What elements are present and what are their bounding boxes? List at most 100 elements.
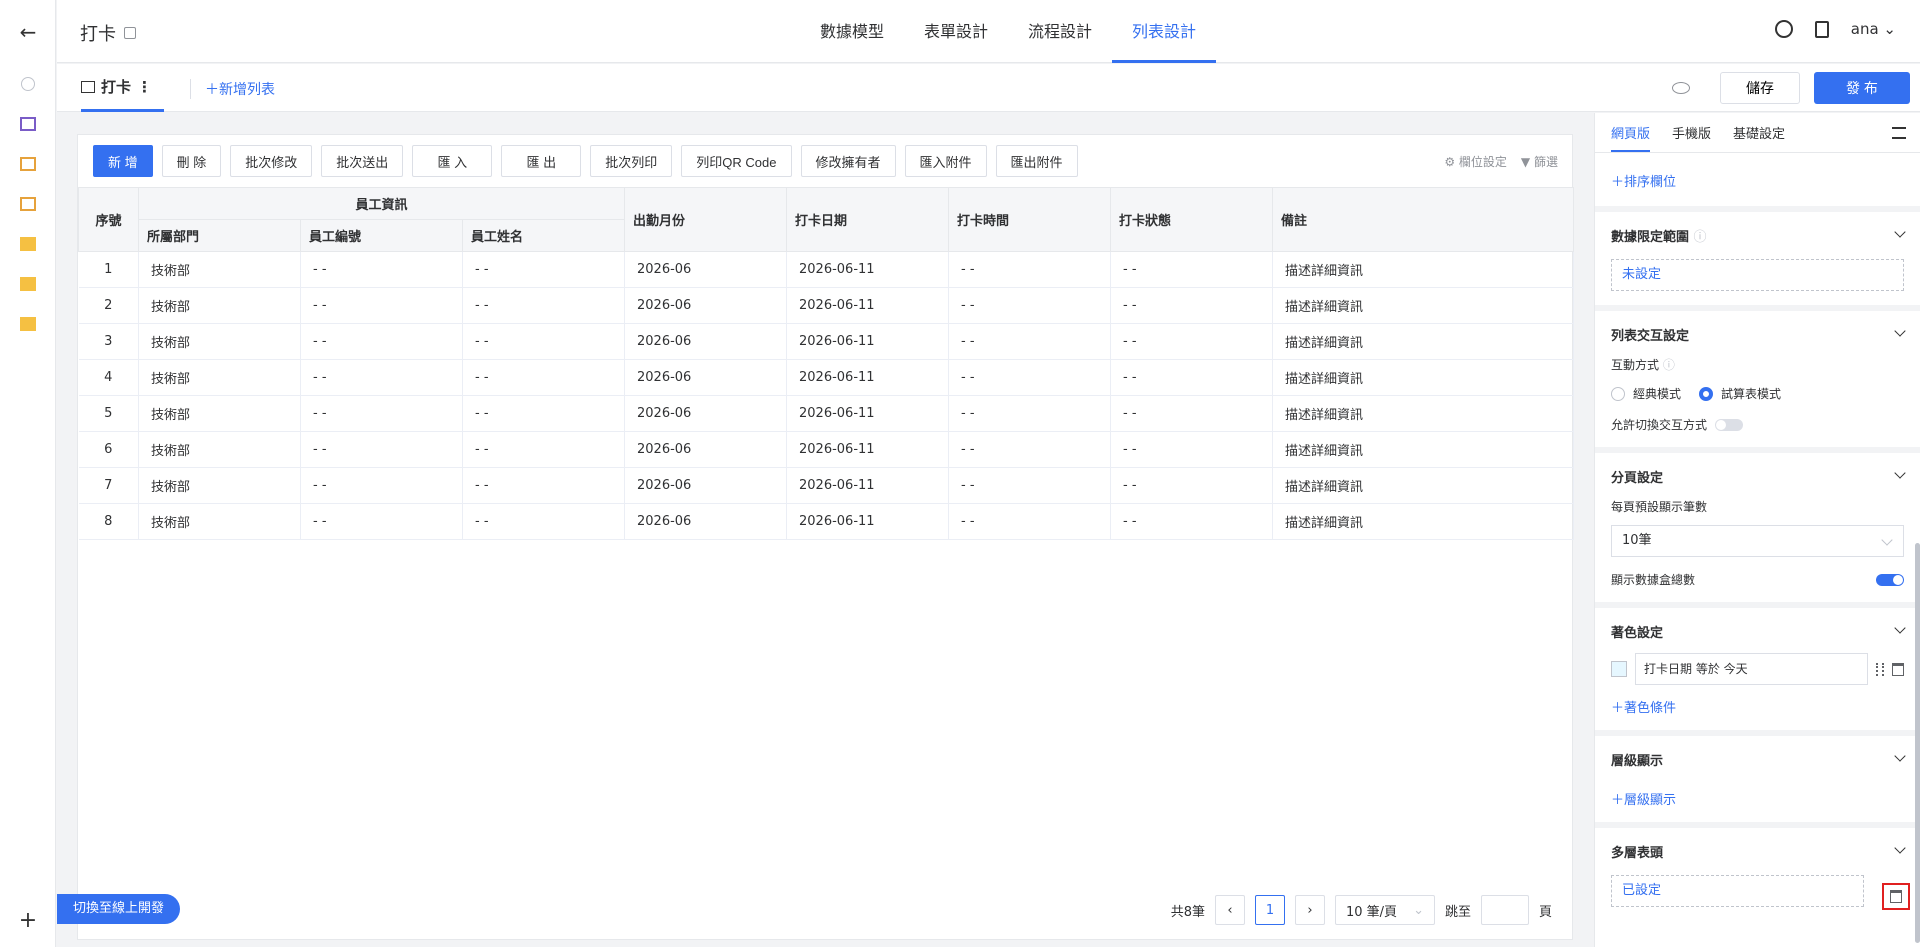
table-cell: - -: [462, 251, 625, 288]
import-button[interactable]: 匯 入: [412, 145, 493, 177]
panel-scrollbar[interactable]: [1915, 543, 1920, 943]
header-dept[interactable]: 所屬部門: [138, 219, 301, 252]
table-row[interactable]: 8 技術部 - -- -2026-06 2026-06-11- -- - 描述詳細資訊: [78, 503, 1574, 540]
add-icon[interactable]: +: [0, 906, 56, 934]
header-note[interactable]: 備註: [1272, 187, 1574, 252]
folder-icon-3[interactable]: [0, 310, 56, 338]
prev-page-button[interactable]: ‹: [1214, 895, 1245, 925]
header-time[interactable]: 打卡時間: [948, 187, 1111, 252]
table-row[interactable]: 4 技術部 - -- -2026-06 2026-06-11- -- - 描述詳細資訊: [78, 359, 1574, 396]
docs-icon[interactable]: [1814, 20, 1829, 38]
help-icon: ⓘ: [1662, 358, 1675, 372]
batch-edit-button[interactable]: 批次修改: [230, 145, 313, 177]
table-cell: - -: [300, 359, 463, 396]
field-settings-button[interactable]: ⚙ 欄位設定: [1444, 153, 1507, 170]
tab-mobile[interactable]: 手機版: [1672, 123, 1711, 142]
table-row[interactable]: 7 技術部 - -- -2026-06 2026-06-11- -- - 描述詳細資訊: [78, 467, 1574, 504]
show-total-toggle[interactable]: [1876, 573, 1904, 586]
filter-button[interactable]: ▼ 篩選: [1521, 153, 1558, 170]
drag-handle-icon[interactable]: [1876, 662, 1884, 676]
multi-header-value[interactable]: 已設定: [1611, 875, 1864, 907]
support-icon[interactable]: [1774, 20, 1793, 38]
header-month[interactable]: 出勤月份: [624, 187, 787, 252]
table-cell: - -: [462, 395, 625, 432]
export-button[interactable]: 匯 出: [501, 145, 582, 177]
panel-menu-icon[interactable]: [1892, 127, 1906, 139]
table-cell: - -: [948, 359, 1111, 396]
table-row[interactable]: 1 技術部 - -- -2026-06 2026-06-11- -- - 描述詳細資訊: [78, 251, 1574, 288]
table-cell: - -: [300, 251, 463, 288]
add-list-button[interactable]: ＋新增列表: [190, 79, 275, 99]
tab-form-design[interactable]: 表單設計: [904, 0, 1008, 63]
interaction-mode-radios: 經典模式 試算表模式: [1611, 385, 1904, 402]
add-button[interactable]: 新 增: [93, 145, 153, 177]
preview-eye-icon[interactable]: [1672, 82, 1690, 94]
batch-print-button[interactable]: 批次列印: [590, 145, 673, 177]
table-cell: - -: [300, 503, 463, 540]
trash-icon[interactable]: [1892, 662, 1904, 676]
coloring-section: 著色設定 打卡日期 等於 今天 ＋著色條件: [1595, 608, 1920, 736]
table-cell: 描述詳細資訊: [1272, 503, 1574, 540]
add-color-condition-button[interactable]: ＋著色條件: [1611, 701, 1676, 716]
page-size-select[interactable]: 10 筆/頁 ⌄: [1334, 895, 1435, 925]
table-cell: 技術部: [138, 287, 301, 324]
back-arrow-icon[interactable]: ←: [0, 18, 56, 46]
data-scope-title: 數據限定範圍 ⓘ: [1611, 226, 1904, 245]
tab-list-design[interactable]: 列表設計: [1112, 0, 1217, 63]
table-row[interactable]: 3 技術部 - -- -2026-06 2026-06-11- -- - 描述詳細資訊: [78, 323, 1574, 360]
table-cell: 2026-06: [624, 287, 787, 324]
list-tab[interactable]: 打卡 ⋮: [81, 64, 165, 112]
color-condition[interactable]: 打卡日期 等於 今天: [1635, 653, 1868, 685]
next-page-button[interactable]: ›: [1294, 895, 1325, 925]
table-cell: - -: [462, 467, 625, 504]
settings-panel: 網頁版 手機版 基礎設定 ＋排序欄位 數據限定範圍 ⓘ 未設定 列表交互設定 互…: [1594, 113, 1920, 947]
tab-data-model[interactable]: 數據模型: [800, 0, 904, 63]
jump-page-input[interactable]: [1480, 895, 1529, 925]
add-sort-field-button[interactable]: ＋排序欄位: [1611, 175, 1676, 190]
header-date[interactable]: 打卡日期: [786, 187, 949, 252]
change-owner-button[interactable]: 修改擁有者: [800, 145, 896, 177]
table-row[interactable]: 6 技術部 - -- -2026-06 2026-06-11- -- - 描述詳細資訊: [78, 431, 1574, 468]
allow-switch-toggle[interactable]: [1715, 418, 1744, 431]
switch-online-dev-button[interactable]: 切換至線上開發: [57, 894, 181, 924]
delete-multi-header-button[interactable]: [1882, 883, 1910, 910]
table-cell: 2: [78, 287, 139, 324]
tab-web[interactable]: 網頁版: [1611, 123, 1651, 152]
table-cell: 描述詳細資訊: [1272, 323, 1574, 360]
header-status[interactable]: 打卡狀態: [1110, 187, 1273, 252]
folder-icon[interactable]: [0, 230, 56, 258]
header-emp-no[interactable]: 員工編號: [300, 219, 463, 252]
save-button[interactable]: 儲存: [1720, 72, 1800, 104]
import-attachment-button[interactable]: 匯入附件: [904, 145, 987, 177]
more-icon[interactable]: ⋮: [137, 78, 152, 96]
user-menu[interactable]: ana ⌄: [1851, 20, 1896, 38]
tab-flow-design[interactable]: 流程設計: [1008, 0, 1112, 63]
publish-button[interactable]: 發 布: [1814, 72, 1910, 104]
classic-mode-radio[interactable]: [1611, 386, 1625, 401]
search-icon[interactable]: [0, 70, 56, 98]
tab-basic-settings[interactable]: 基礎設定: [1733, 123, 1785, 142]
print-qr-button[interactable]: 列印QR Code: [681, 145, 792, 177]
color-swatch[interactable]: [1611, 661, 1627, 677]
table-row[interactable]: 5 技術部 - -- -2026-06 2026-06-11- -- - 描述詳細資訊: [78, 395, 1574, 432]
form-icon[interactable]: [0, 150, 56, 178]
page-number[interactable]: 1: [1254, 895, 1285, 925]
external-link-icon[interactable]: [124, 27, 136, 39]
table-cell: - -: [462, 359, 625, 396]
app-title-text: 打卡: [80, 24, 116, 45]
form-icon-2[interactable]: [0, 190, 56, 218]
header-emp-name[interactable]: 員工姓名: [462, 219, 625, 252]
default-page-size-value: 10筆: [1622, 533, 1652, 548]
export-attachment-button[interactable]: 匯出附件: [995, 145, 1078, 177]
add-hierarchy-button[interactable]: ＋層級顯示: [1611, 793, 1676, 808]
table-cell: - -: [948, 323, 1111, 360]
default-page-size-select[interactable]: 10筆: [1611, 525, 1904, 557]
folder-icon-2[interactable]: [0, 270, 56, 298]
delete-button[interactable]: 刪 除: [161, 145, 222, 177]
list-icon[interactable]: [0, 110, 56, 138]
data-scope-value[interactable]: 未設定: [1611, 259, 1904, 291]
table-cell: 5: [78, 395, 139, 432]
sheet-mode-radio[interactable]: [1699, 386, 1714, 401]
batch-submit-button[interactable]: 批次送出: [321, 145, 404, 177]
table-row[interactable]: 2 技術部 - -- -2026-06 2026-06-11- -- - 描述詳細資訊: [78, 287, 1574, 324]
